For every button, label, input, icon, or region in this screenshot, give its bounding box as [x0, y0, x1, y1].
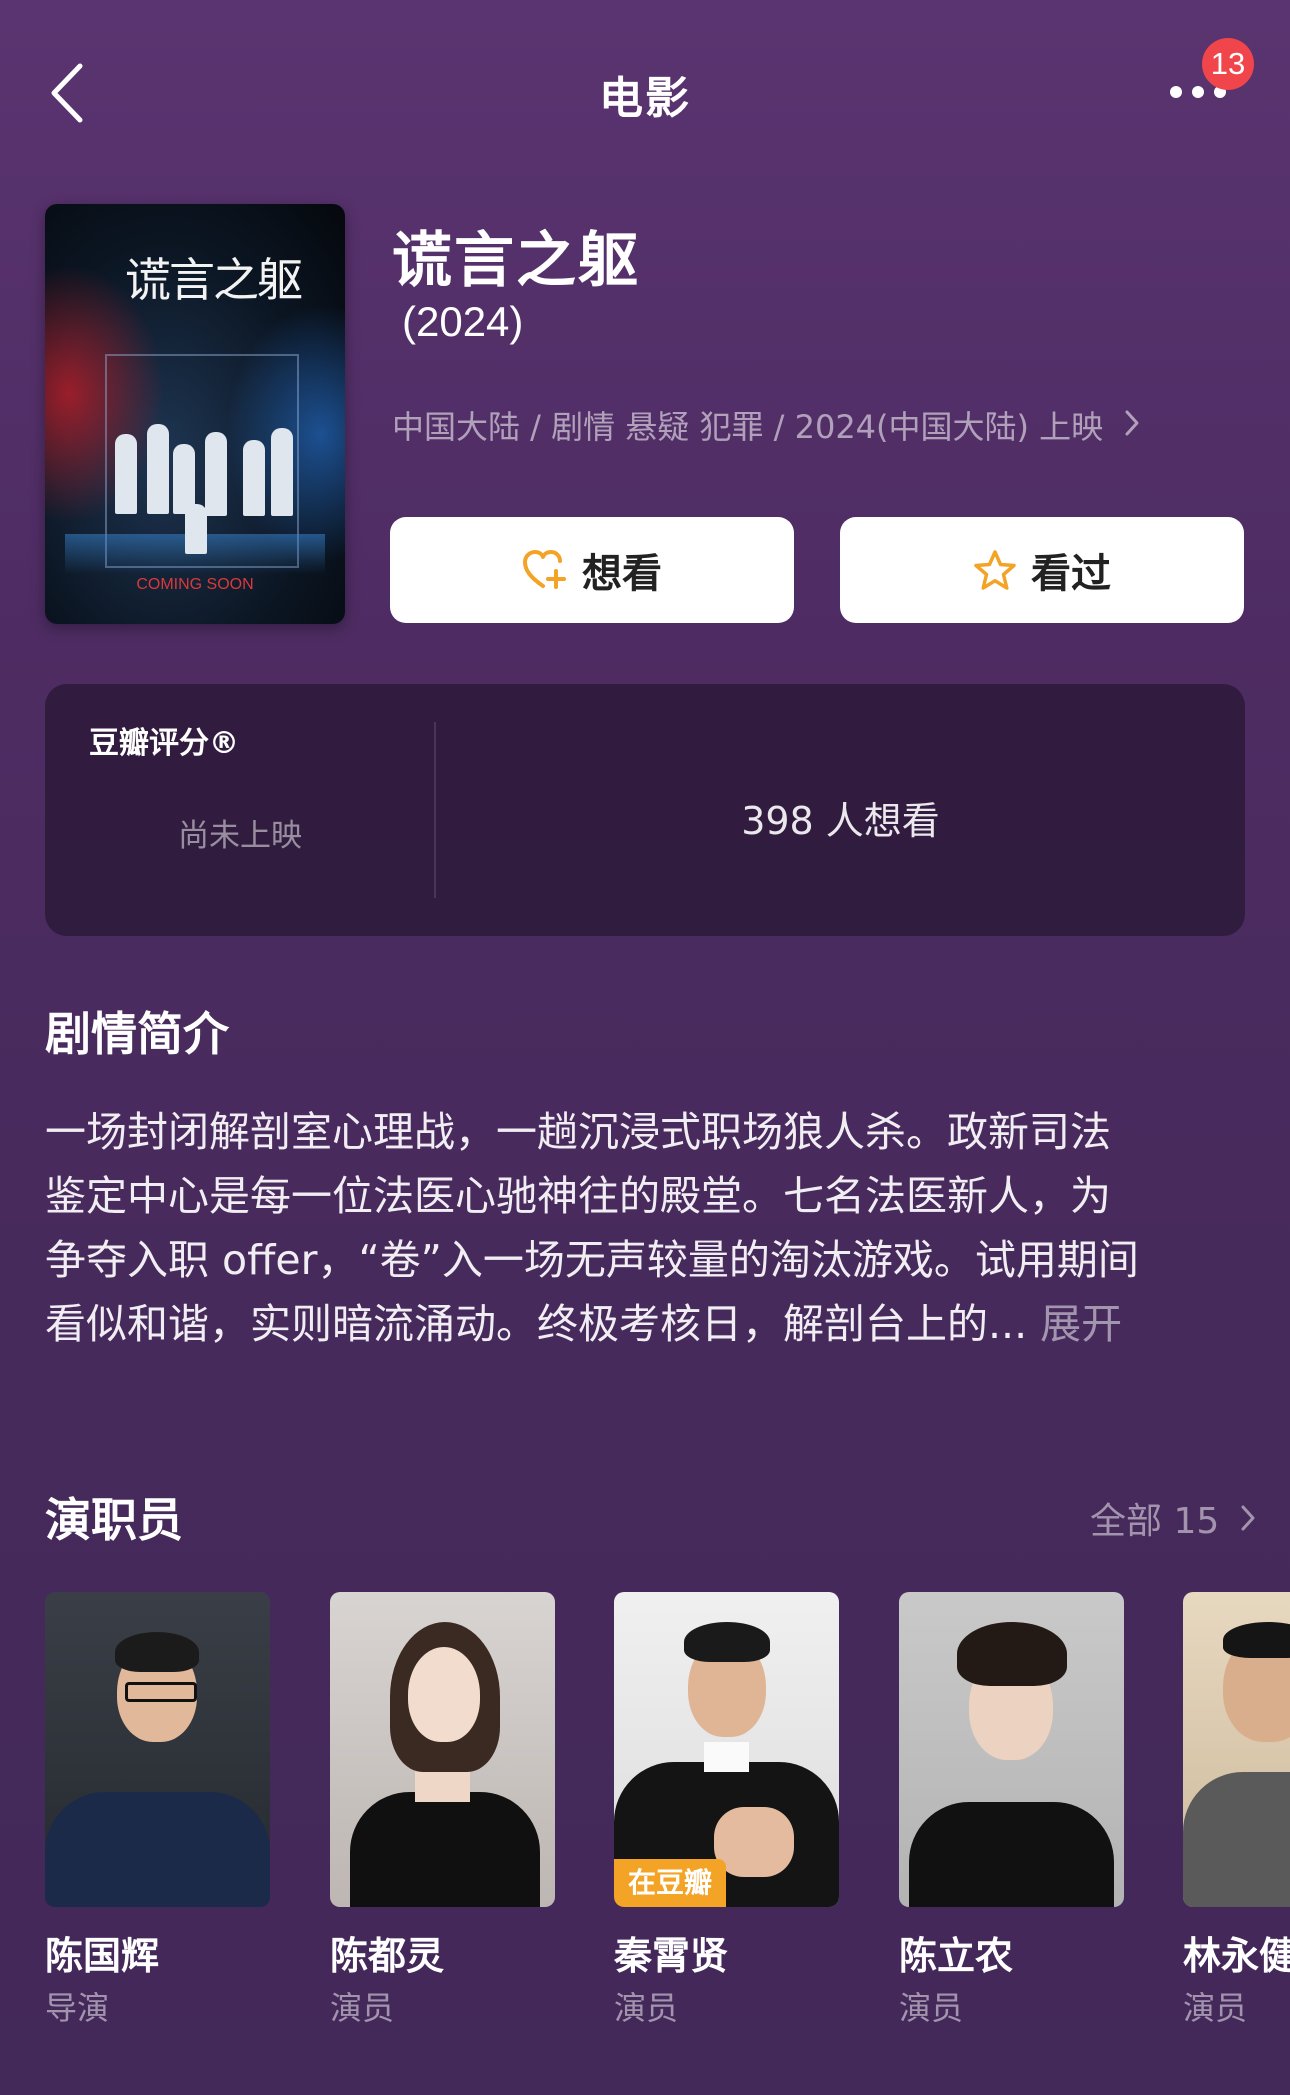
star-icon — [974, 550, 1016, 590]
more-icon — [1170, 86, 1182, 98]
cast-card[interactable]: 陈立农 演员 — [899, 1592, 1124, 2027]
synopsis-line: 争夺入职 offer，“卷”入一场无声较量的淘汰游戏。试用期间 — [45, 1236, 1139, 1284]
synopsis-line: 看似和谐，实则暗流涌动。终极考核日，解剖台上的... — [45, 1300, 1041, 1348]
cast-name: 陈都灵 — [330, 1934, 445, 1978]
poster-title: 谎言之躯 — [125, 253, 303, 307]
chevron-right-icon — [1241, 1505, 1255, 1531]
cast-photo: 在豆瓣 — [614, 1592, 839, 1907]
synopsis-text: 一场封闭解剖室心理战，一趟沉浸式职场狼人杀。政新司法 鉴定中心是每一位法医心驰神… — [45, 1100, 1245, 1356]
synopsis-title: 剧情简介 — [45, 1007, 229, 1061]
watched-label: 看过 — [1031, 551, 1111, 597]
cast-photo — [330, 1592, 555, 1907]
on-douban-badge: 在豆瓣 — [614, 1859, 726, 1907]
chevron-right-icon — [1125, 410, 1139, 436]
cast-card[interactable]: 陈都灵 演员 — [330, 1592, 555, 2027]
movie-year: (2024) — [402, 298, 524, 345]
cast-photo — [1183, 1592, 1290, 1907]
cast-card[interactable]: 林永健 演员 — [1183, 1592, 1290, 2032]
heart-plus-icon — [523, 550, 566, 589]
rating-panel[interactable]: 豆瓣评分® 尚未上映 398 人想看 — [45, 684, 1245, 936]
movie-meta[interactable]: 中国大陆 / 剧情 悬疑 犯罪 / 2024(中国大陆) 上映 — [392, 402, 1141, 448]
movie-title: 谎言之躯 — [392, 226, 640, 296]
synopsis-line: 鉴定中心是每一位法医心驰神往的殿堂。七名法医新人，为 — [45, 1172, 1111, 1220]
page-title: 电影 — [599, 73, 691, 124]
want-count: 398 人想看 — [741, 799, 940, 843]
expand-link[interactable]: 展开 — [1040, 1300, 1122, 1348]
cast-card[interactable]: 陈国辉 导演 — [45, 1592, 270, 2027]
movie-meta-text: 中国大陆 / 剧情 悬疑 犯罪 / 2024(中国大陆) 上映 — [392, 408, 1104, 446]
cast-name: 陈立农 — [899, 1934, 1014, 1978]
cast-photo — [45, 1592, 270, 1907]
cast-name: 秦霄贤 — [614, 1934, 729, 1978]
cast-role: 演员 — [899, 1989, 964, 2027]
cast-card[interactable]: 在豆瓣 秦霄贤 演员 — [614, 1592, 839, 2027]
cast-title: 演职员 — [45, 1493, 183, 1547]
cast-name: 陈国辉 — [45, 1934, 160, 1978]
cast-role: 演员 — [1183, 1989, 1248, 2027]
synopsis-line: 一场封闭解剖室心理战，一趟沉浸式职场狼人杀。政新司法 — [45, 1108, 1111, 1156]
cast-role: 导演 — [45, 1989, 110, 2027]
cast-name: 林永健 — [1183, 1934, 1290, 1978]
cast-all-label: 全部 15 — [1090, 1501, 1220, 1542]
watched-button[interactable]: 看过 — [840, 517, 1244, 623]
douban-rating-label: 豆瓣评分® — [89, 726, 239, 761]
want-to-watch-button[interactable]: 想看 — [390, 517, 794, 623]
cast-photo — [899, 1592, 1124, 1907]
cast-role: 演员 — [330, 1989, 395, 2027]
cast-role: 演员 — [614, 1989, 679, 2027]
want-to-watch-label: 想看 — [582, 551, 662, 597]
notification-badge: 13 — [1202, 38, 1254, 90]
cast-all-link[interactable]: 全部 15 — [1090, 1492, 1257, 1544]
movie-poster[interactable]: 谎言之躯 COMING SOON — [45, 204, 345, 624]
rating-status: 尚未上映 — [178, 818, 302, 854]
poster-coming-soon: COMING SOON — [136, 576, 254, 593]
